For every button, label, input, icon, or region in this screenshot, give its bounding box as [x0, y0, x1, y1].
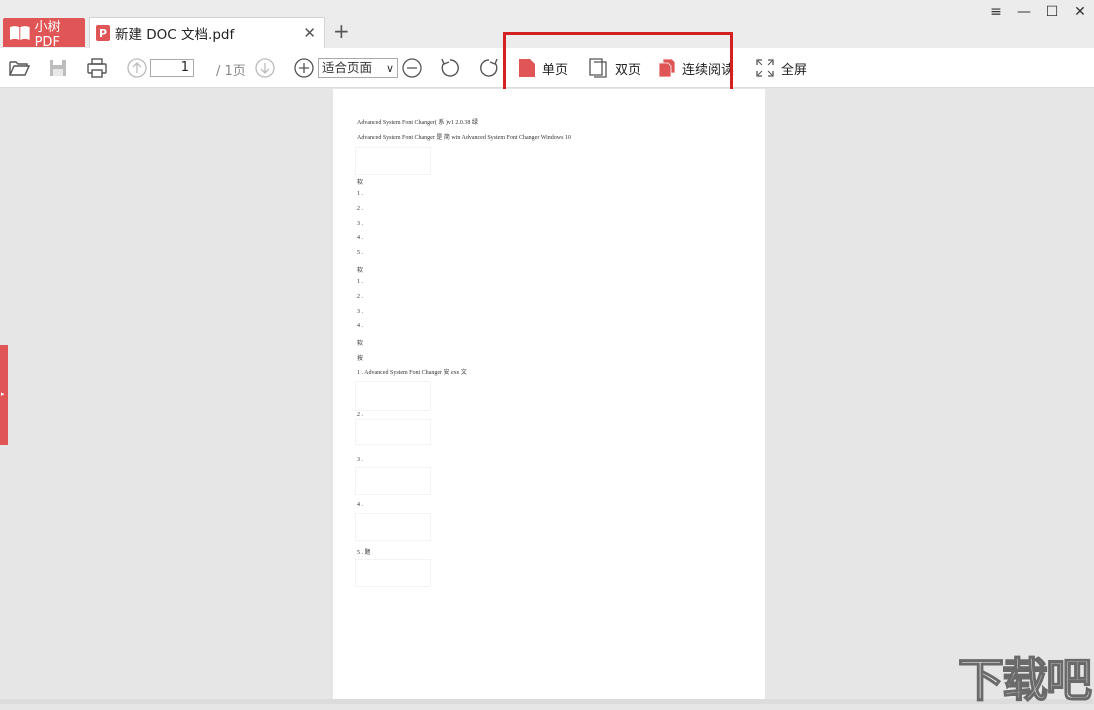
maximize-icon[interactable]: ☐: [1043, 4, 1061, 20]
app-tab[interactable]: 小树PDF: [3, 18, 85, 50]
doc-line: 按: [357, 356, 364, 362]
rotate-left-icon[interactable]: [439, 57, 461, 79]
previous-page-icon[interactable]: [126, 57, 148, 79]
page-number-input[interactable]: 1: [150, 59, 194, 77]
book-logo-icon: [9, 25, 30, 40]
sidebar-toggle[interactable]: ▸: [0, 345, 8, 445]
doc-line: 5 .: [357, 250, 363, 256]
doc-line: 1 . Advanced System Font Changer 安 exe 文: [357, 370, 467, 376]
doc-line: 软: [357, 268, 364, 274]
close-tab-icon[interactable]: ✕: [303, 24, 316, 42]
zoom-out-icon[interactable]: [401, 57, 423, 79]
document-tab-label: 新建 DOC 文档.pdf: [115, 27, 235, 43]
doc-image-placeholder: [355, 467, 431, 495]
menu-icon[interactable]: ≡: [987, 4, 1005, 20]
doc-line: 软: [357, 341, 364, 347]
page-total-label: / 1页: [216, 64, 246, 79]
doc-line: 1 .: [357, 191, 363, 197]
doc-line: Advanced System Font Changer 是 简 win Adv…: [357, 135, 571, 141]
fullscreen-button[interactable]: 全屏: [755, 57, 807, 79]
site-watermark: 下载吧: [957, 652, 1093, 708]
save-icon[interactable]: [47, 57, 69, 79]
fullscreen-label: 全屏: [781, 62, 808, 78]
doc-line: 2 .: [357, 294, 363, 300]
doc-image-placeholder: [355, 513, 431, 541]
document-tab[interactable]: P 新建 DOC 文档.pdf ✕: [89, 17, 325, 48]
doc-line: 4 .: [357, 235, 363, 241]
doc-line: 3 .: [357, 457, 363, 463]
doc-line: 2 .: [357, 412, 363, 418]
fullscreen-icon: [756, 59, 774, 77]
zoom-select-value: 适合页面: [322, 60, 373, 75]
doc-image-placeholder: [355, 381, 431, 411]
pdf-page: Advanced System Font Changer( 系 )v1 2.0.…: [333, 89, 765, 700]
doc-image-placeholder: [355, 419, 431, 445]
doc-line: 3 .: [357, 309, 363, 315]
doc-line: 2 .: [357, 206, 363, 212]
new-tab-button[interactable]: +: [333, 19, 350, 43]
doc-image-placeholder: [355, 147, 431, 175]
chevron-right-icon: ▸: [1, 390, 5, 398]
doc-line: 5 . 题: [357, 550, 371, 556]
minimize-icon[interactable]: —: [1015, 4, 1033, 20]
doc-line: 软: [357, 180, 364, 186]
doc-line: 4 .: [357, 323, 363, 329]
doc-line: 4 .: [357, 502, 363, 508]
app-tab-label: 小树PDF: [34, 19, 61, 50]
close-window-icon[interactable]: ✕: [1071, 4, 1089, 20]
doc-line: Advanced System Font Changer( 系 )v1 2.0.…: [357, 120, 478, 126]
doc-image-placeholder: [355, 559, 431, 587]
rotate-right-icon[interactable]: [478, 57, 500, 79]
zoom-select[interactable]: 适合页面 ∨: [318, 58, 398, 78]
zoom-in-icon[interactable]: [293, 57, 315, 79]
doc-line: 3 .: [357, 221, 363, 227]
horizontal-scrollbar[interactable]: [0, 699, 1094, 704]
open-folder-icon[interactable]: [8, 57, 30, 79]
print-icon[interactable]: [86, 57, 108, 79]
pdf-file-icon: P: [96, 25, 110, 41]
doc-line: 1 .: [357, 279, 363, 285]
chevron-down-icon: ∨: [385, 62, 394, 75]
next-page-icon[interactable]: [254, 57, 276, 79]
